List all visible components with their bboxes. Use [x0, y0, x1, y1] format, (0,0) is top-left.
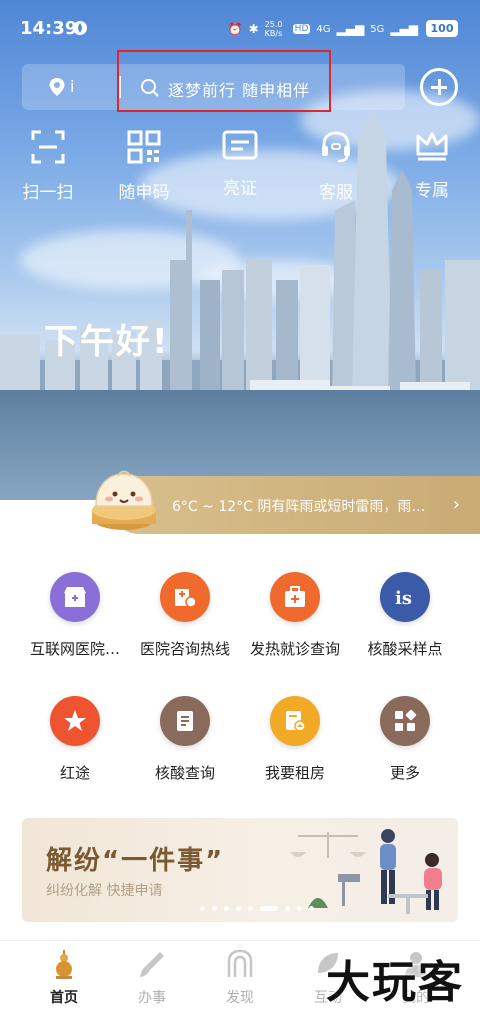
- scan-icon: [31, 130, 65, 164]
- carousel-dots[interactable]: [200, 906, 314, 911]
- service-label: 医院咨询热线: [139, 640, 230, 658]
- tab-label: 首页: [50, 990, 78, 1006]
- quick-action-label: 亮证: [223, 179, 257, 199]
- chevron-right-icon: ›: [452, 494, 460, 515]
- signal-4g: 4G: [316, 23, 331, 35]
- service-rent-house[interactable]: 我要租房: [235, 696, 355, 783]
- status-time: 14:39: [20, 18, 78, 39]
- service-internet-hospital[interactable]: 互联网医院…: [15, 572, 135, 659]
- qr-code-icon: [127, 130, 161, 164]
- signal-bars-icon: ▂▄▆: [336, 22, 365, 36]
- battery-indicator: 100: [426, 20, 458, 37]
- status-bar: 14:39 ⏰ ✱ 25.0 KB/s HD 4G ▂▄▆ 5G ▂▄▆ 100: [0, 0, 480, 56]
- tab-home[interactable]: 首页: [24, 949, 104, 1007]
- banner-title: 解纷“一件事”: [46, 846, 225, 876]
- highlight-box: [117, 50, 331, 112]
- service-label: 我要租房: [264, 764, 325, 782]
- quick-action-show-id[interactable]: 亮证: [192, 130, 288, 199]
- id-card-icon: [222, 130, 258, 160]
- quick-action-customer-service[interactable]: 客服: [288, 130, 384, 203]
- quick-action-label: 专属: [415, 181, 449, 201]
- app-notification-icon: [72, 20, 88, 40]
- service-label: 发热就诊查询: [249, 640, 340, 658]
- tab-label: 办事: [138, 990, 166, 1006]
- service-label: 核酸采样点: [367, 640, 443, 658]
- service-label: 更多: [389, 764, 420, 782]
- brush-icon: [140, 952, 164, 977]
- service-fever-clinic[interactable]: 发热就诊查询: [235, 572, 355, 659]
- weather-text: 6°C ~ 12°C 阴有阵雨或短时雷雨，雨…: [172, 499, 426, 515]
- service-label: 核酸查询: [154, 764, 215, 782]
- hospital-store-icon: [50, 572, 100, 622]
- quick-action-qr-code[interactable]: 随申码: [96, 130, 192, 203]
- red-star-icon: [50, 696, 100, 746]
- banner-subtitle: 纠纷化解 快捷申请: [46, 883, 163, 899]
- signal-bars-icon: ▂▄▆: [390, 22, 418, 36]
- svg-text:is: is: [395, 588, 412, 609]
- service-red-route[interactable]: 红途: [15, 696, 135, 783]
- service-nucleic-query[interactable]: 核酸查询: [125, 696, 245, 783]
- tab-discover[interactable]: 发现: [200, 949, 280, 1007]
- tab-label: 发现: [226, 990, 254, 1006]
- location-text[interactable]: i: [70, 77, 74, 96]
- quick-action-scan[interactable]: 扫一扫: [0, 130, 96, 203]
- promo-banner[interactable]: 解纷“一件事” 纠纷化解 快捷申请: [22, 818, 458, 922]
- service-label: 互联网医院…: [29, 640, 120, 658]
- signal-5g: 5G: [370, 23, 385, 35]
- service-hospital-hotline[interactable]: 医院咨询热线: [125, 572, 245, 659]
- service-more[interactable]: 更多: [345, 696, 465, 783]
- is-badge-icon: is: [380, 572, 430, 622]
- customer-service-icon: [322, 131, 350, 163]
- mascot-bun-icon: [88, 462, 160, 540]
- home-gourd-icon: [56, 950, 72, 979]
- gate-icon: [227, 949, 253, 977]
- crown-icon: [416, 132, 448, 161]
- alarm-icon: ⏰: [227, 22, 243, 36]
- hospital-hotline-icon: [160, 572, 210, 622]
- weather-bar[interactable]: 6°C ~ 12°C 阴有阵雨或短时雷雨，雨… ›: [110, 476, 480, 534]
- grid-more-icon: [380, 696, 430, 746]
- hd-badge: HD: [292, 24, 311, 34]
- quick-action-label: 扫一扫: [22, 183, 74, 203]
- bluetooth-icon: ✱: [248, 22, 259, 36]
- quick-action-label: 客服: [319, 183, 353, 203]
- location-pin-icon[interactable]: [48, 77, 66, 101]
- medical-kit-icon: [270, 572, 320, 622]
- greeting-text: 下午好!: [44, 322, 170, 362]
- document-icon: [160, 696, 210, 746]
- watermark-text: 大玩客: [326, 957, 464, 1008]
- house-doc-icon: [270, 696, 320, 746]
- quick-action-exclusive[interactable]: 专属: [384, 130, 480, 201]
- quick-action-label: 随申码: [118, 183, 170, 203]
- service-nucleic-sampling[interactable]: is 核酸采样点: [345, 572, 465, 659]
- service-label: 红途: [59, 764, 90, 782]
- tab-services[interactable]: 办事: [112, 949, 192, 1007]
- add-button[interactable]: [420, 68, 458, 106]
- network-speed: 25.0 KB/s: [264, 20, 283, 38]
